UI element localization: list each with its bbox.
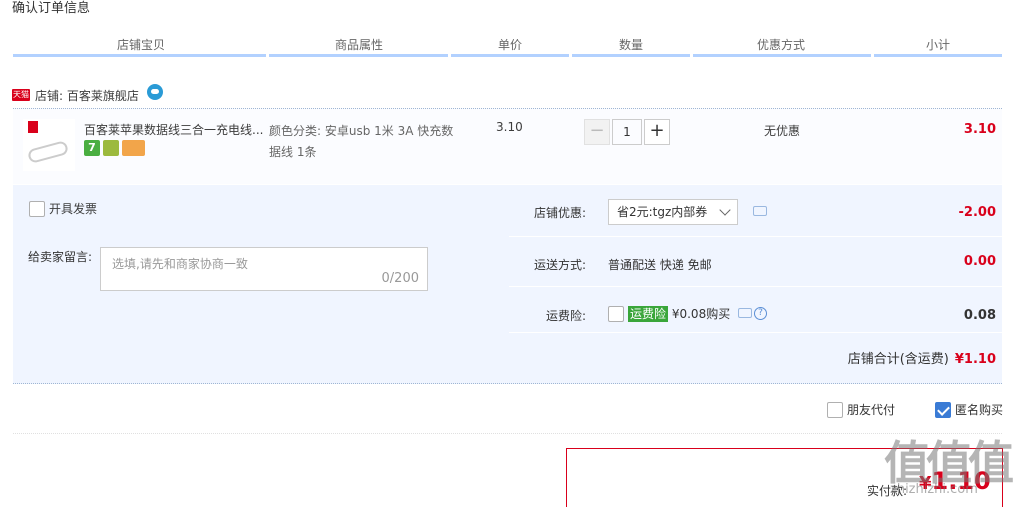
store-discount-value: -2.00 — [958, 205, 996, 220]
insurance-option: 运费险 ¥0.08购买 — [628, 305, 730, 322]
column-header-unit-price: 单价 — [498, 38, 523, 52]
quantity-decrease-button[interactable]: − — [584, 119, 610, 145]
column-header-discount: 优惠方式 — [757, 38, 806, 52]
quantity-input[interactable]: 1 — [612, 119, 642, 145]
product-properties: 颜色分类: 安卓usb 1米 3A 快充数据线 1条 — [269, 124, 454, 159]
product-name-link[interactable]: 百客莱苹果数据线三合一充电线... — [84, 121, 264, 138]
order-item-row: 百客莱苹果数据线三合一充电线... 7 颜色分类: 安卓usb 1米 3A 快充… — [13, 108, 1002, 184]
credit-card-icon[interactable] — [122, 140, 145, 156]
service-icons: 7 — [84, 140, 145, 156]
insurance-checkbox[interactable] — [608, 306, 624, 322]
site-watermark-url: zhizhizhi.com — [890, 482, 978, 497]
seller-message-input[interactable]: 选填,请先和商家协商一致 0/200 — [100, 247, 428, 291]
seller-message-placeholder: 选填,请先和商家协商一致 — [112, 257, 248, 271]
friend-pay-label: 朋友代付 — [847, 403, 896, 417]
invoice-label: 开具发票 — [49, 202, 98, 216]
product-thumbnail[interactable] — [23, 119, 75, 171]
quantity-stepper: − 1 + — [584, 119, 670, 145]
friend-pay-checkbox[interactable] — [827, 401, 843, 418]
store-discount-select[interactable]: 省2元:tgz内部券 — [608, 199, 738, 225]
comment-icon[interactable] — [738, 308, 752, 318]
store-total-label: 店铺合计(含运费) — [847, 352, 949, 367]
anonymous-label: 匿名购买 — [955, 403, 1004, 417]
discount-method: 无优惠 — [764, 124, 801, 138]
invoice-checkbox[interactable] — [29, 200, 45, 217]
store-discount-row: 店铺优惠: 省2元:tgz内部券 -2.00 — [509, 185, 1002, 237]
shipping-label: 运送方式: — [533, 258, 586, 272]
quantity-increase-button[interactable]: + — [644, 119, 670, 145]
shipping-insurance-row: 运费险: 运费险 ¥0.08购买 ? 0.08 — [509, 287, 1002, 333]
unit-price: 3.10 — [496, 120, 523, 134]
shop-name-link[interactable]: 店铺: 百客莱旗舰店 — [35, 87, 139, 104]
item-subtotal: 3.10 — [963, 122, 996, 137]
comment-icon[interactable] — [753, 206, 767, 216]
page-title: 确认订单信息 — [12, 1, 91, 16]
cable-image — [26, 140, 70, 164]
store-total: 店铺合计(含运费) ¥1.10 — [848, 348, 996, 367]
column-header-shop-item: 店铺宝贝 — [117, 38, 166, 52]
insurance-label: 运费险: — [545, 309, 586, 323]
help-icon[interactable]: ? — [754, 307, 767, 320]
insurance-tag: 运费险 — [628, 306, 669, 322]
seller-message-label: 给卖家留言: — [28, 250, 93, 264]
insurance-price: ¥0.08购买 — [671, 307, 731, 321]
wangwang-chat-icon[interactable] — [146, 84, 163, 100]
store-discount-selected: 省2元:tgz内部券 — [617, 205, 708, 219]
anonymous-checkbox[interactable] — [935, 401, 951, 418]
message-char-counter: 0/200 — [381, 271, 419, 286]
order-summary-pane: 店铺优惠: 省2元:tgz内部券 -2.00 运送方式: 普通配送 快递 免邮 … — [509, 185, 1002, 333]
tmall-badge-icon: 天猫 — [12, 89, 30, 101]
column-header-subtotal: 小计 — [926, 38, 951, 52]
order-options-panel: 开具发票 给卖家留言: 选填,请先和商家协商一致 0/200 店铺优惠: 省2元… — [13, 185, 1002, 384]
store-discount-label: 店铺优惠: — [533, 206, 586, 220]
seven-day-return-icon[interactable]: 7 — [84, 140, 100, 156]
shipping-row: 运送方式: 普通配送 快递 免邮 0.00 — [509, 237, 1002, 287]
shipping-method: 普通配送 快递 免邮 — [608, 258, 712, 272]
friend-pay-option[interactable]: 朋友代付 — [827, 401, 895, 418]
insurance-value: 0.08 — [963, 308, 996, 323]
column-header-quantity: 数量 — [619, 38, 644, 52]
divider — [13, 433, 1002, 434]
anonymous-option[interactable]: 匿名购买 — [935, 401, 1003, 418]
brand-logo-icon — [28, 121, 38, 133]
shop-row: 天猫 店铺: 百客莱旗舰店 — [12, 84, 163, 104]
shipping-fee: 0.00 — [963, 254, 996, 269]
chevron-down-icon — [719, 204, 731, 216]
column-header-properties: 商品属性 — [335, 38, 384, 52]
store-total-value: ¥1.10 — [954, 352, 996, 367]
invoice-option[interactable]: 开具发票 — [29, 200, 97, 217]
shopping-bag-icon[interactable] — [103, 140, 119, 156]
